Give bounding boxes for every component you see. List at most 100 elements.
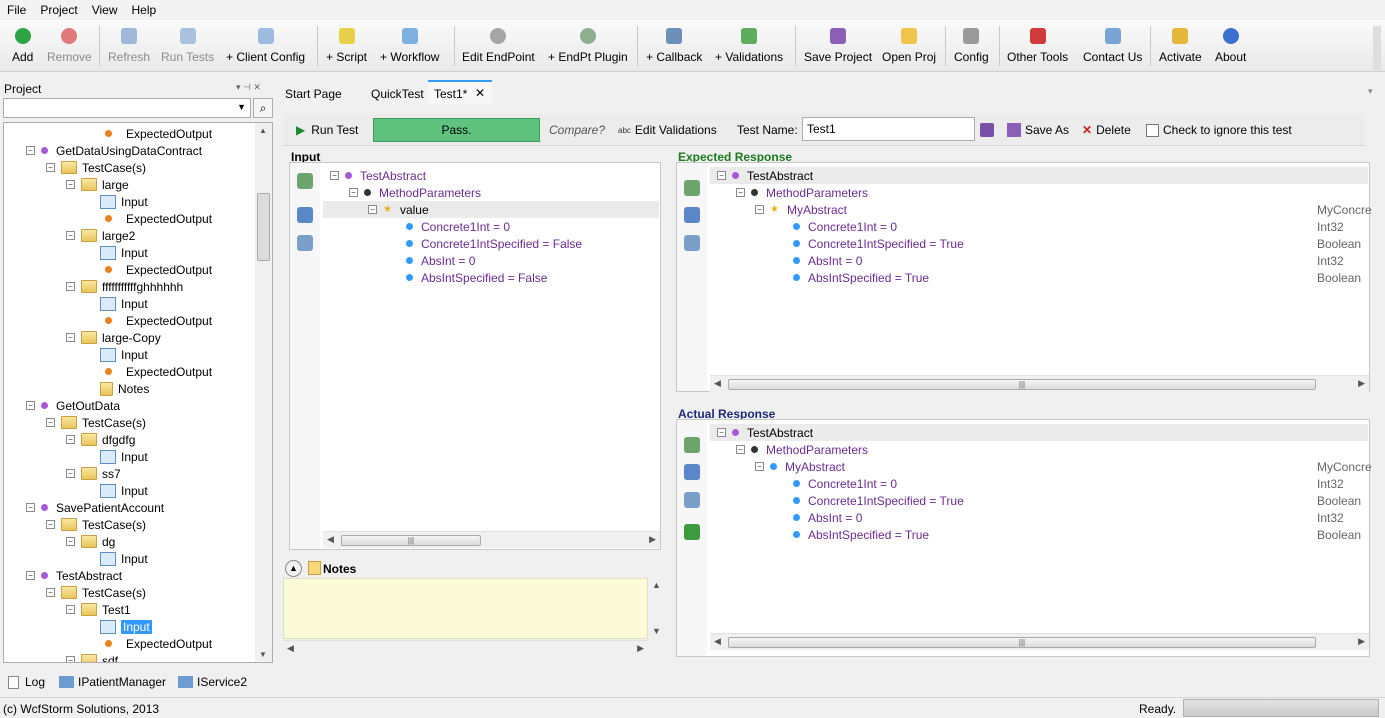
tree-item[interactable]: − Test1 — [66, 601, 131, 618]
tree-item[interactable]: Input — [100, 244, 148, 261]
callback-button[interactable]: + Callback — [646, 28, 702, 68]
tree-item[interactable]: Input — [100, 550, 148, 567]
tree-item[interactable]: − SavePatientAccount — [26, 499, 164, 516]
globe-doc-icon[interactable] — [684, 207, 700, 223]
run-tests-button[interactable]: Run Tests — [161, 28, 214, 68]
notes-textarea[interactable] — [283, 578, 648, 639]
collapse-icon[interactable]: − — [330, 171, 339, 180]
tree-node[interactable]: AbsIntSpecified = True — [793, 526, 929, 543]
tab-iservice2[interactable]: IService2 — [178, 675, 247, 689]
tree-node[interactable]: AbsInt = 0 — [793, 252, 862, 269]
collapse-icon[interactable]: − — [26, 571, 35, 580]
scrollbar-thumb[interactable]: ||| — [728, 379, 1316, 390]
collapse-icon[interactable]: − — [368, 205, 377, 214]
tree-item[interactable]: − GetDataUsingDataContract — [26, 142, 202, 159]
tree-node[interactable]: − MethodParameters — [736, 184, 868, 201]
contact-us-button[interactable]: Contact Us — [1083, 28, 1142, 68]
delete-button[interactable]: ✕ Delete — [1082, 116, 1131, 144]
zoom-icon[interactable] — [297, 235, 313, 251]
tree-vertical-scrollbar[interactable]: ▲ ▼ — [255, 123, 272, 662]
input-horizontal-scrollbar[interactable]: ◀ ||| ▶ — [323, 531, 660, 548]
notes-vertical-scrollbar[interactable]: ▲ ▼ — [648, 578, 665, 657]
notes-horizontal-scrollbar[interactable]: ◀ ▶ — [283, 640, 648, 657]
tab-quicktest[interactable]: QuickTest — [371, 87, 424, 101]
tree-item[interactable]: − dg — [66, 533, 115, 550]
tree-item[interactable]: Input — [100, 482, 148, 499]
tree-node[interactable]: − MethodParameters — [736, 441, 868, 458]
collapse-icon[interactable]: − — [66, 656, 75, 662]
tree-node[interactable]: AbsIntSpecified = False — [406, 269, 547, 286]
tab-ipatientmanager[interactable]: IPatientManager — [59, 675, 166, 689]
about-button[interactable]: About — [1215, 28, 1246, 68]
tree-node[interactable]: − TestAbstract — [330, 167, 426, 184]
tab-test1[interactable]: Test1* ✕ — [428, 80, 492, 104]
scrollbar-thumb[interactable]: ||| — [341, 535, 481, 546]
arrow-up-icon[interactable] — [684, 524, 700, 540]
globe-doc-icon[interactable] — [684, 464, 700, 480]
collapse-icon[interactable]: − — [26, 503, 35, 512]
tree-node[interactable]: AbsInt = 0 — [793, 509, 862, 526]
scrollbar-thumb[interactable] — [257, 193, 270, 261]
tree-structure-icon[interactable] — [297, 173, 313, 189]
tree-item[interactable]: ExpectedOutput — [100, 363, 212, 380]
client-config-button[interactable]: + Client Config — [226, 28, 305, 68]
collapse-notes-icon[interactable]: ▲ — [285, 560, 302, 577]
tree-node[interactable]: AbsIntSpecified = True — [793, 269, 929, 286]
compare-link[interactable]: Compare? — [549, 116, 605, 144]
zoom-icon[interactable] — [684, 492, 700, 508]
tree-item[interactable]: − fffffffffffghhhhhh — [66, 278, 183, 295]
tree-item[interactable]: − large2 — [66, 227, 135, 244]
collapse-icon[interactable]: − — [66, 333, 75, 342]
tree-item[interactable]: − ss7 — [66, 465, 121, 482]
collapse-icon[interactable]: − — [66, 537, 75, 546]
collapse-icon[interactable]: − — [66, 469, 75, 478]
tree-item[interactable]: − TestCase(s) — [46, 414, 146, 431]
tree-item[interactable]: − dfgdfg — [66, 431, 135, 448]
endpt-plugin-button[interactable]: + EndPt Plugin — [548, 28, 628, 68]
search-icon[interactable]: ⌕ — [253, 98, 273, 118]
tree-node[interactable]: − MethodParameters — [349, 184, 481, 201]
project-filter-dropdown[interactable]: ▼ — [3, 98, 251, 118]
workflow-button[interactable]: + Workflow — [380, 28, 439, 68]
refresh-button[interactable]: Refresh — [108, 28, 150, 68]
toolbar-overflow[interactable] — [1373, 26, 1381, 70]
collapse-icon[interactable]: − — [755, 205, 764, 214]
validations-button[interactable]: + Validations — [715, 28, 783, 68]
collapse-icon[interactable]: − — [66, 231, 75, 240]
tree-item[interactable]: − sdf — [66, 652, 118, 662]
tree-item[interactable]: − TestAbstract — [26, 567, 122, 584]
edit-endpoint-button[interactable]: Edit EndPoint — [462, 28, 535, 68]
tree-node[interactable]: − MyAbstract — [755, 458, 845, 475]
tree-item[interactable]: − large — [66, 176, 129, 193]
tree-item[interactable]: ExpectedOutput — [100, 312, 212, 329]
collapse-icon[interactable]: − — [717, 428, 726, 437]
tree-structure-icon[interactable] — [684, 180, 700, 196]
expected-horizontal-scrollbar[interactable]: ◀ ||| ▶ — [710, 375, 1369, 392]
config-button[interactable]: Config — [954, 28, 989, 68]
panel-pin-icon[interactable]: ▾ ⊣ ✕ — [236, 82, 261, 93]
tree-node[interactable]: Concrete1Int = 0 — [793, 475, 897, 492]
tree-node[interactable]: − ★ MyAbstract — [755, 201, 847, 218]
collapse-icon[interactable]: − — [349, 188, 358, 197]
collapse-icon[interactable]: − — [46, 588, 55, 597]
tree-node[interactable]: Concrete1IntSpecified = False — [406, 235, 582, 252]
save-disk-icon[interactable] — [980, 123, 994, 137]
tree-item[interactable]: Notes — [100, 380, 149, 397]
tree-item[interactable]: − large-Copy — [66, 329, 161, 346]
edit-validations-button[interactable]: abc Edit Validations — [618, 116, 717, 144]
tree-node[interactable]: Concrete1Int = 0 — [793, 218, 897, 235]
collapse-icon[interactable]: − — [26, 401, 35, 410]
menu-project[interactable]: Project — [33, 3, 84, 17]
tree-item[interactable]: Input — [100, 295, 148, 312]
tree-item[interactable]: Input — [100, 618, 152, 635]
collapse-icon[interactable]: − — [755, 462, 764, 471]
tree-node[interactable]: − TestAbstract — [717, 167, 813, 184]
save-project-button[interactable]: Save Project — [804, 28, 872, 68]
collapse-icon[interactable]: − — [46, 418, 55, 427]
tree-item[interactable]: − TestCase(s) — [46, 584, 146, 601]
tree-structure-icon[interactable] — [684, 437, 700, 453]
tab-start-page[interactable]: Start Page — [285, 87, 342, 101]
tree-node[interactable]: − ★ value — [368, 201, 429, 218]
tree-item[interactable]: − TestCase(s) — [46, 159, 146, 176]
test-name-input[interactable] — [802, 117, 975, 141]
